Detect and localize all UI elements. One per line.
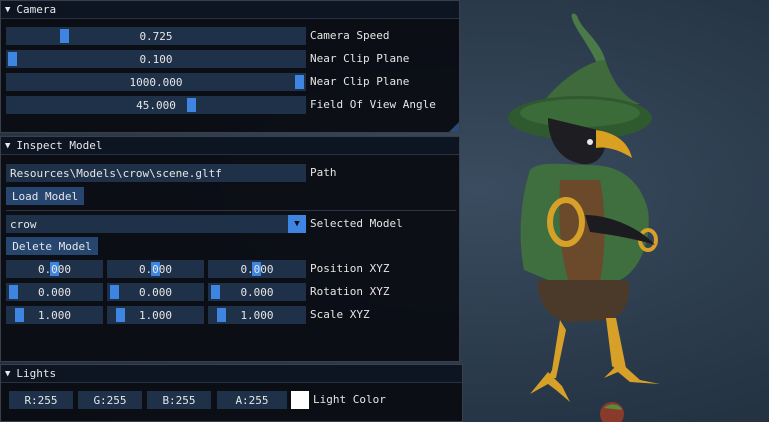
scale-y-drag[interactable]: 1.000 (107, 306, 204, 324)
inspect-model-window: ▼ Inspect Model Resources\Models\crow\sc… (0, 136, 460, 362)
dropdown-arrow-icon[interactable]: ▼ (288, 215, 306, 233)
inspect-titlebar[interactable]: ▼ Inspect Model (1, 137, 459, 155)
scale-x-value: 1.000 (37, 308, 72, 322)
fov-slider[interactable]: 45.000 (6, 96, 306, 114)
near-clip-label: Near Clip Plane (310, 52, 410, 65)
scale-x-drag[interactable]: 1.000 (6, 306, 103, 324)
caret-down-icon[interactable]: ▼ (5, 5, 10, 15)
light-color-swatch[interactable] (291, 391, 309, 409)
selected-model-value: crow (10, 217, 37, 231)
separator (6, 210, 456, 211)
slider-grab[interactable] (9, 285, 18, 299)
slider-grab[interactable] (187, 98, 196, 112)
position-z-drag[interactable]: 0.000 (208, 260, 306, 278)
resize-grip[interactable] (449, 122, 459, 132)
path-label: Path (310, 166, 337, 179)
camera-title: Camera (16, 3, 57, 16)
camera-titlebar[interactable]: ▼ Camera (1, 1, 459, 19)
selected-model-combo[interactable]: crow ▼ (6, 215, 306, 233)
camera-speed-label: Camera Speed (310, 29, 390, 42)
light-b-drag[interactable]: B:255 (147, 391, 211, 409)
path-input[interactable]: Resources\Models\crow\scene.gltf (6, 164, 306, 182)
inspect-title: Inspect Model (16, 139, 103, 152)
scale-label: Scale XYZ (310, 308, 370, 321)
camera-window: ▼ Camera 0.725 Camera Speed 0.100 Near C… (0, 0, 460, 133)
light-a-value: A:255 (235, 393, 269, 407)
rotation-z-value: 0.000 (240, 285, 274, 299)
fov-label: Field Of View Angle (310, 98, 436, 111)
rotation-x-value: 0.000 (37, 285, 72, 299)
rotation-y-drag[interactable]: 0.000 (107, 283, 204, 301)
light-a-drag[interactable]: A:255 (217, 391, 287, 409)
delete-model-button[interactable]: Delete Model (6, 237, 98, 255)
light-g-drag[interactable]: G:255 (78, 391, 142, 409)
position-x-value: 0.000 (37, 262, 72, 276)
scale-z-drag[interactable]: 1.000 (208, 306, 306, 324)
far-clip-label: Near Clip Plane (310, 75, 410, 88)
camera-speed-value: 0.725 (139, 29, 173, 43)
rotation-z-drag[interactable]: 0.000 (208, 283, 306, 301)
slider-grab[interactable] (116, 308, 125, 322)
scale-y-value: 1.000 (138, 308, 173, 322)
selected-model-label: Selected Model (310, 217, 403, 230)
position-y-drag[interactable]: 0.000 (107, 260, 204, 278)
slider-grab[interactable] (110, 285, 119, 299)
slider-grab[interactable] (217, 308, 226, 322)
rotation-label: Rotation XYZ (310, 285, 390, 298)
position-x-drag[interactable]: 0.000 (6, 260, 103, 278)
caret-down-icon[interactable]: ▼ (5, 141, 10, 151)
3d-viewport[interactable]: ▼ Camera 0.725 Camera Speed 0.100 Near C… (0, 0, 769, 422)
lights-titlebar[interactable]: ▼ Lights (1, 365, 462, 383)
slider-grab[interactable] (60, 29, 69, 43)
light-color-label: Light Color (313, 393, 386, 406)
slider-grab[interactable] (15, 308, 24, 322)
slider-grab[interactable] (211, 285, 220, 299)
light-r-value: R:255 (24, 393, 58, 407)
position-y-value: 0.000 (138, 262, 173, 276)
rotation-x-drag[interactable]: 0.000 (6, 283, 103, 301)
light-g-value: G:255 (93, 393, 127, 407)
rotation-y-value: 0.000 (138, 285, 173, 299)
far-clip-value: 1000.000 (129, 75, 183, 89)
slider-grab[interactable] (295, 75, 304, 89)
light-r-drag[interactable]: R:255 (9, 391, 73, 409)
lights-title: Lights (16, 367, 57, 380)
lights-window: ▼ Lights R:255 G:255 B:255 A:255 Light C… (0, 364, 463, 422)
load-model-button[interactable]: Load Model (6, 187, 84, 205)
caret-down-icon[interactable]: ▼ (5, 369, 10, 379)
far-clip-slider[interactable]: 1000.000 (6, 73, 306, 91)
position-label: Position XYZ (310, 262, 390, 275)
camera-speed-slider[interactable]: 0.725 (6, 27, 306, 45)
near-clip-value: 0.100 (139, 52, 173, 66)
slider-grab[interactable] (8, 52, 17, 66)
near-clip-slider[interactable]: 0.100 (6, 50, 306, 68)
scale-z-value: 1.000 (240, 308, 274, 322)
fov-value: 45.000 (136, 98, 176, 112)
light-b-value: B:255 (162, 393, 196, 407)
position-z-value: 0.000 (240, 262, 274, 276)
